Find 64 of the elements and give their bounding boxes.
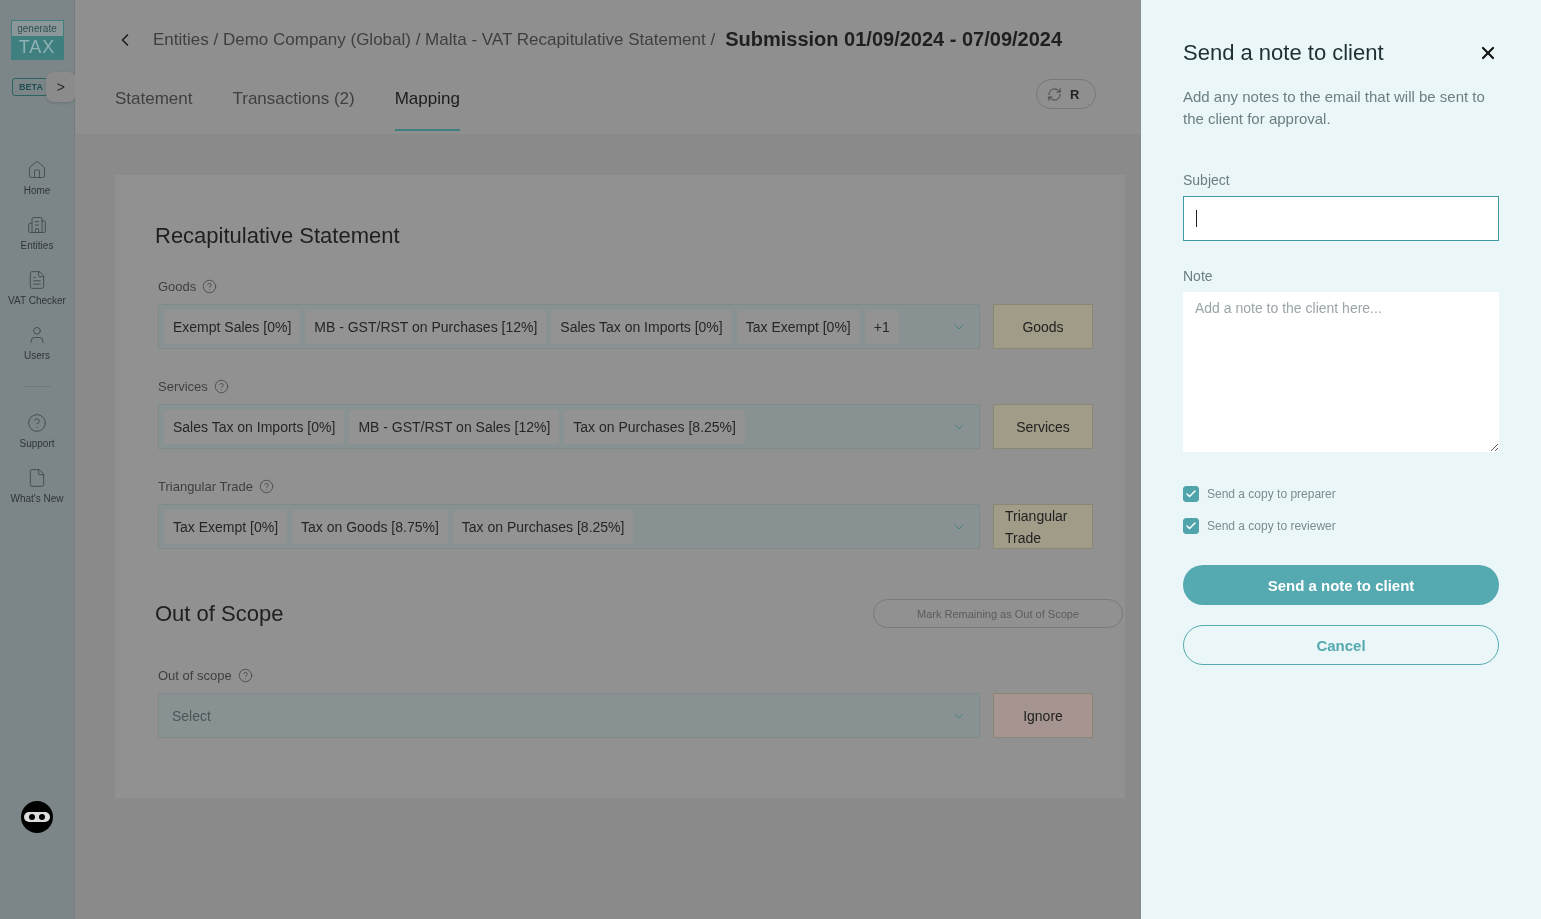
nav-item[interactable]: What's New: [7, 468, 67, 505]
nav-item[interactable]: Home: [7, 160, 67, 197]
buildings-icon: [27, 215, 47, 235]
logo-text: TAX: [11, 36, 63, 59]
tag-chip: Exempt Sales [0%]: [164, 309, 301, 344]
expand-button[interactable]: >: [45, 72, 76, 102]
select-placeholder: Select: [171, 707, 211, 724]
field-label: Subject: [1183, 172, 1231, 188]
checkbox[interactable]: [1183, 518, 1199, 534]
select-field[interactable]: Exempt Sales [0%] MB - GST/RST on Purchases [12%] Sales Tax on Imports [0%] Tax Exempt [0%] +1: [158, 304, 980, 349]
tab[interactable]: Statement: [115, 89, 193, 131]
field-label: Triangular Trade: [158, 479, 253, 494]
help-icon: [258, 479, 274, 494]
section-title: Out of Scope: [155, 600, 284, 627]
document-icon: [27, 270, 47, 290]
home-icon: [27, 160, 47, 180]
category-button[interactable]: Ignore: [993, 693, 1093, 738]
nav-item[interactable]: VAT Checker: [7, 270, 67, 307]
tab[interactable]: Mapping: [394, 89, 460, 131]
drawer-description: Add any notes to the email that will be sent to the client for approval.: [1183, 87, 1486, 129]
subject-input[interactable]: [1183, 196, 1499, 241]
tag-chip: MB - GST/RST on Purchases [12%]: [305, 309, 547, 344]
help-icon: [202, 279, 218, 294]
nav-item[interactable]: Users: [7, 325, 67, 362]
avatar[interactable]: [21, 801, 53, 833]
field-label: Services: [158, 379, 208, 394]
category-button[interactable]: Triangular Trade: [993, 504, 1093, 549]
drawer-title: Send a note to client: [1183, 40, 1384, 66]
category-button[interactable]: Services: [993, 404, 1093, 449]
field-label: Goods: [158, 279, 197, 294]
tag-chip: Sales Tax on Imports [0%]: [551, 309, 732, 344]
check-icon: [1185, 520, 1197, 532]
checkbox[interactable]: [1183, 486, 1199, 502]
tab[interactable]: Transactions (2): [232, 89, 355, 131]
nav-item[interactable]: Entities: [7, 215, 67, 252]
checkbox-label: Send a copy to reviewer: [1207, 519, 1336, 533]
more-count: +1: [864, 309, 899, 344]
tag-chip: Tax on Purchases [8.25%]: [452, 509, 634, 544]
help-icon: [213, 379, 229, 394]
field-label: Note: [1183, 268, 1214, 284]
category-button[interactable]: Goods: [993, 304, 1093, 349]
nav-item[interactable]: Support: [7, 413, 67, 450]
logo-text: generate: [11, 21, 63, 36]
tag-chip: Tax Exempt [0%]: [736, 309, 860, 344]
refresh-icon: [1047, 86, 1062, 102]
checkbox-label: Send a copy to preparer: [1207, 487, 1336, 501]
field-label: Out of scope: [158, 668, 232, 683]
note-textarea[interactable]: Add a note to the client here...: [1183, 292, 1499, 452]
tag-chip: Tax on Purchases [8.25%]: [564, 409, 745, 444]
file-icon: [27, 468, 47, 488]
tag-chip: MB - GST/RST on Sales [12%]: [349, 409, 560, 444]
tag-chip: Tax on Goods [8.75%]: [292, 509, 448, 544]
check-icon: [1185, 488, 1197, 500]
send-button[interactable]: Send a note to client: [1183, 565, 1499, 605]
select-field[interactable]: Select: [158, 693, 980, 738]
help-icon: [27, 413, 47, 433]
tag-chip: Tax Exempt [0%]: [164, 509, 288, 544]
select-field[interactable]: Sales Tax on Imports [0%] MB - GST/RST on Sales [12%] Tax on Purchases [8.25%]: [158, 404, 980, 449]
tag-chip: Sales Tax on Imports [0%]: [164, 409, 345, 444]
select-field[interactable]: Tax Exempt [0%] Tax on Goods [8.75%] Tax on Purchases [8.25%]: [158, 504, 980, 549]
breadcrumb[interactable]: Entities / Demo Company (Global) / Malta - VAT Recapitulative Statement /: [153, 29, 716, 50]
page-title: Submission 01/09/2024 - 07/09/2024: [725, 28, 1063, 51]
help-icon: [237, 668, 253, 683]
section-title: Recapitulative Statement: [155, 223, 401, 249]
